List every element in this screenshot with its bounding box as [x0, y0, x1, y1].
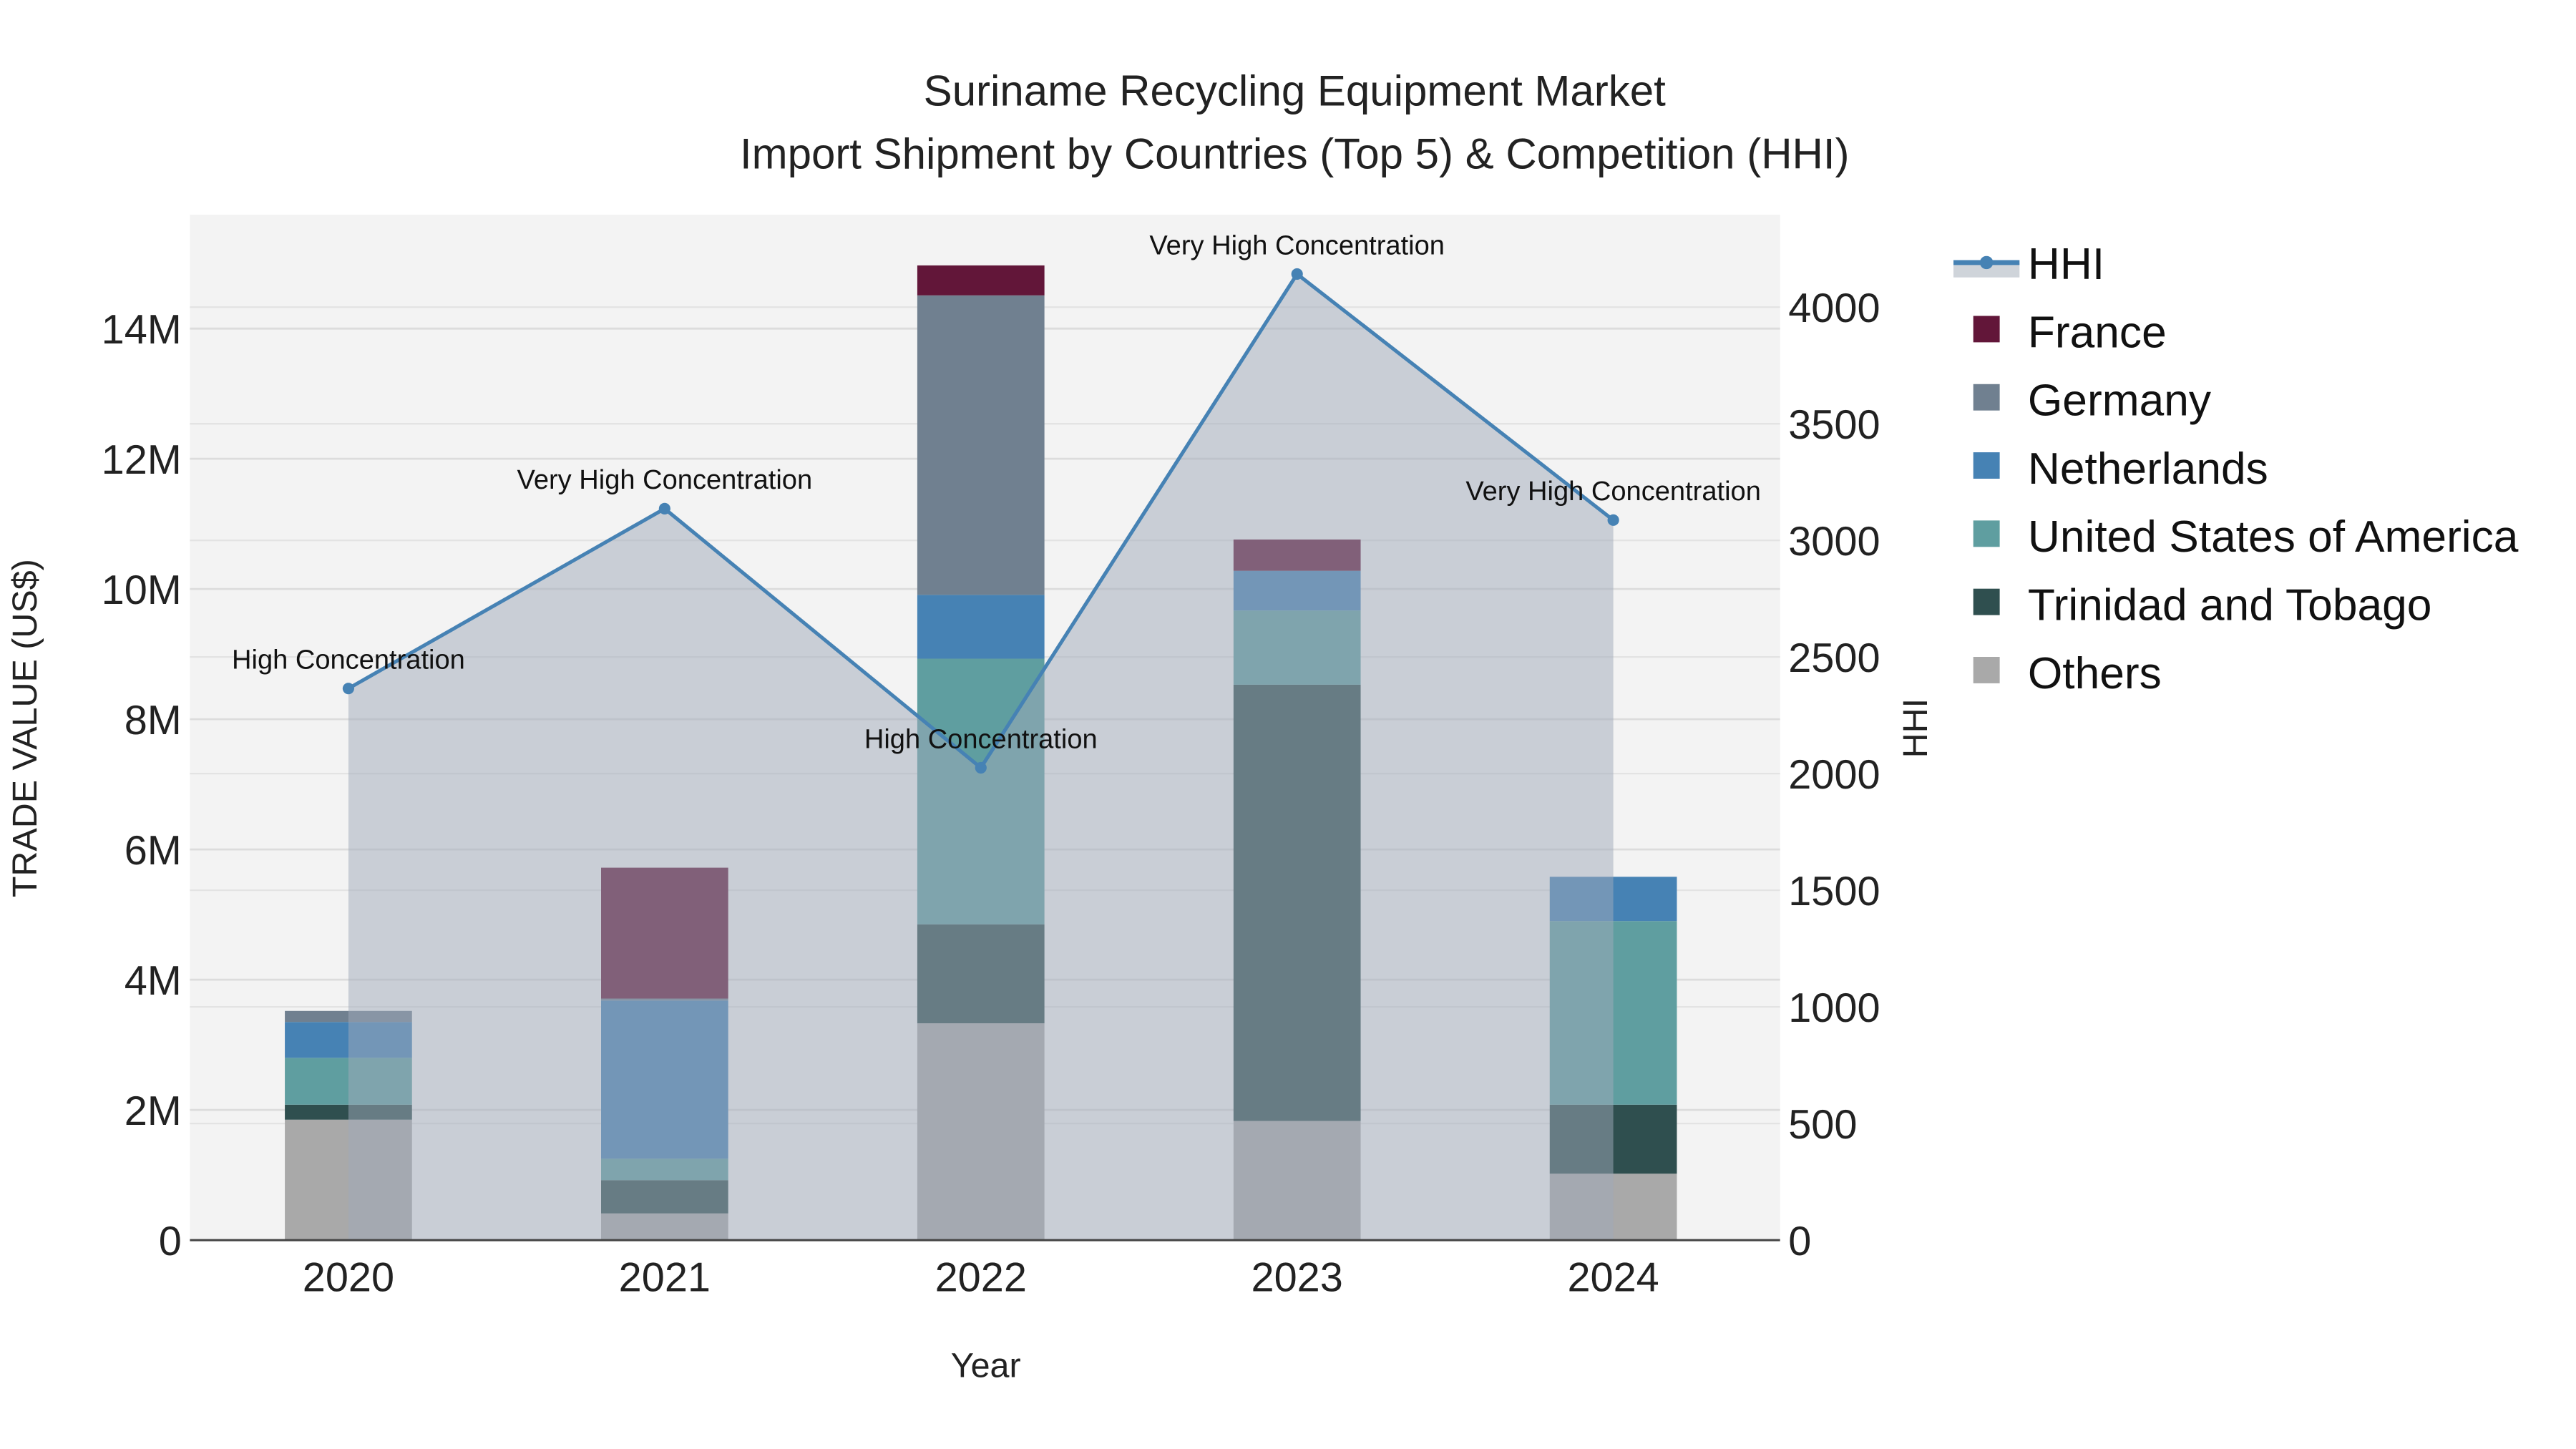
hhi-point: [342, 683, 354, 695]
y-tick-label: 6M: [125, 828, 182, 874]
y2-tick-label: 1000: [1788, 985, 1880, 1031]
hhi-annotation: High Concentration: [232, 645, 465, 675]
y2-tick-label: 500: [1788, 1102, 1857, 1148]
y-tick-label: 0: [159, 1219, 182, 1264]
y-tick-label: 8M: [125, 698, 182, 743]
hhi-annotation: Very High Concentration: [1465, 477, 1761, 507]
x-tick-label: 2024: [1567, 1255, 1659, 1301]
legend-swatch: [1973, 520, 2000, 547]
y2-tick-label: 3500: [1788, 402, 1880, 448]
legend-label: Netherlands: [2028, 444, 2268, 494]
legend-label: United States of America: [2028, 512, 2519, 562]
hhi-annotation: High Concentration: [864, 724, 1098, 754]
legend-label: Germany: [2028, 376, 2212, 426]
hhi-point: [1291, 268, 1303, 280]
y2-tick-label: 1500: [1788, 869, 1880, 914]
hhi-annotation: Very High Concentration: [517, 465, 813, 495]
x-tick-label: 2020: [303, 1255, 394, 1301]
x-tick-label: 2023: [1252, 1255, 1343, 1301]
legend-swatch: [1973, 588, 2000, 615]
y2-tick-label: 4000: [1788, 286, 1880, 331]
legend-label: Others: [2028, 649, 2162, 698]
bar-germany: [917, 295, 1045, 595]
hhi-annotation: Very High Concentration: [1149, 230, 1445, 260]
legend-swatch: [1973, 384, 2000, 411]
legend: HHI France Germany Netherlands United States…: [1953, 240, 2519, 698]
y2-tick-label: 2000: [1788, 752, 1880, 798]
x-axis-title: Year: [951, 1347, 1021, 1385]
y-tick-label: 4M: [125, 958, 182, 1004]
y-axis-title: TRADE VALUE (US$): [6, 559, 44, 897]
hhi-point: [975, 761, 987, 774]
y-tick-label: 2M: [125, 1088, 182, 1134]
bar-france: [917, 265, 1045, 296]
chart: High Concentration Very High Concentratio…: [6, 67, 2519, 1385]
legend-swatch: [1973, 657, 2000, 683]
y2-tick-label: 2500: [1788, 635, 1880, 681]
legend-hhi-marker-icon: [1979, 255, 1994, 270]
legend-label: HHI: [2028, 240, 2104, 289]
y2-axis-title: HHI: [1896, 698, 1935, 758]
hhi-point: [1607, 514, 1619, 526]
y-tick-label: 12M: [102, 437, 182, 483]
y2-tick-label: 0: [1788, 1219, 1811, 1264]
y2-tick-label: 3000: [1788, 519, 1880, 565]
bar-netherlands: [917, 595, 1045, 659]
legend-swatch: [1973, 452, 2000, 479]
legend-label: France: [2028, 308, 2167, 357]
hhi-point: [658, 502, 670, 514]
chart-title: Suriname Recycling Equipment Market: [924, 67, 1666, 115]
x-tick-label: 2021: [619, 1255, 711, 1301]
chart-subtitle: Import Shipment by Countries (Top 5) & C…: [740, 130, 1850, 177]
legend-swatch: [1973, 316, 2000, 343]
x-tick-label: 2022: [935, 1255, 1027, 1301]
y-tick-label: 10M: [102, 567, 182, 613]
y-tick-label: 14M: [102, 307, 182, 353]
legend-label: Trinidad and Tobago: [2028, 581, 2432, 630]
